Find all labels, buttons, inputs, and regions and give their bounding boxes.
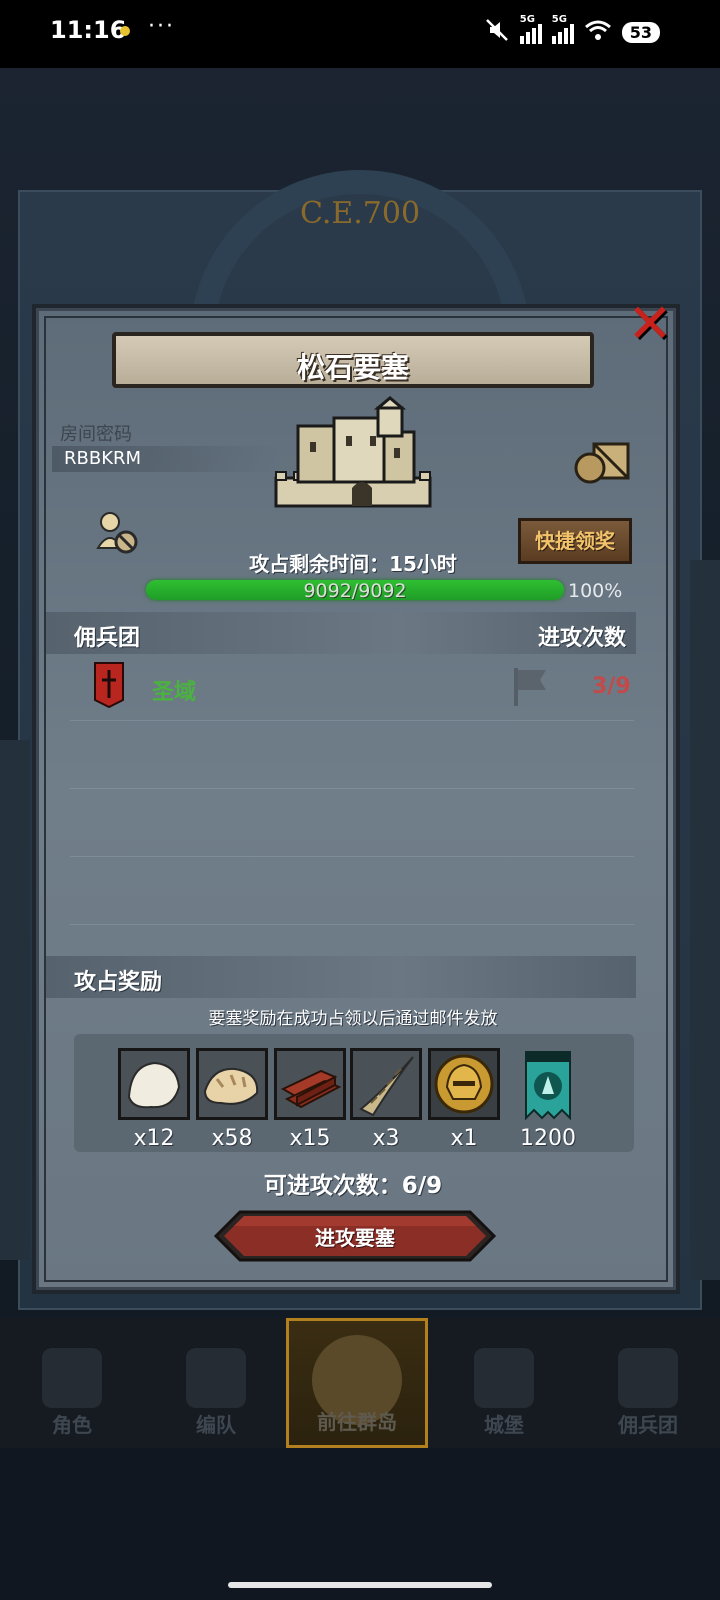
close-button[interactable]: ✕ bbox=[626, 297, 674, 351]
reward-item[interactable]: x3 bbox=[350, 1048, 422, 1151]
reward-qty: x12 bbox=[133, 1126, 175, 1151]
rewards-header: 攻占奖励 bbox=[74, 970, 163, 995]
mercenary-icon bbox=[618, 1348, 678, 1408]
nav-label: 前往群岛 bbox=[317, 1410, 397, 1434]
nav-item-castle[interactable]: 城堡 bbox=[432, 1318, 576, 1448]
guild-banner-icon bbox=[94, 662, 124, 708]
nav-item-formation[interactable]: 编队 bbox=[144, 1318, 288, 1448]
era-label: C.E.700 bbox=[299, 196, 421, 231]
mute-icon bbox=[484, 18, 510, 46]
fortress-hp-percent: 100% bbox=[568, 580, 623, 602]
nav-item-mercenary[interactable]: 佣兵团 bbox=[576, 1318, 720, 1448]
status-time: 11:16 bbox=[50, 16, 127, 44]
nav-label: 角色 bbox=[52, 1413, 92, 1437]
reward-qty: x15 bbox=[289, 1126, 331, 1151]
reward-qty: x58 bbox=[211, 1126, 253, 1151]
character-icon bbox=[42, 1348, 102, 1408]
white-fur-icon bbox=[118, 1048, 190, 1120]
signal-1-icon: 5G bbox=[519, 14, 542, 44]
reward-item[interactable]: x15 bbox=[274, 1048, 346, 1151]
reward-item[interactable]: x58 bbox=[196, 1048, 268, 1151]
horn-icon bbox=[350, 1048, 422, 1120]
more-notifications-icon: ··· bbox=[148, 14, 175, 39]
gold-helmet-icon bbox=[428, 1048, 500, 1120]
teal-banner-icon bbox=[512, 1048, 584, 1120]
attack-button-label[interactable]: 进攻要塞 bbox=[214, 1222, 496, 1251]
flag-icon bbox=[514, 668, 546, 706]
wifi-icon bbox=[584, 19, 612, 45]
app-root: 11:16 ··· 5G 5G 53 C.E.700 ✕ 松石要塞 房间密码 R… bbox=[0, 0, 720, 1600]
bottom-nav: 角色 编队 前往群岛 城堡 佣兵团 bbox=[0, 1318, 720, 1448]
reward-qty: x1 bbox=[450, 1126, 478, 1151]
guild-header: 佣兵团 bbox=[74, 626, 141, 651]
list-divider bbox=[70, 856, 634, 857]
remaining-attacks: 可进攻次数：6/9 bbox=[263, 1173, 443, 1199]
nav-label: 编队 bbox=[196, 1413, 236, 1437]
list-divider bbox=[70, 720, 634, 721]
nav-label: 城堡 bbox=[484, 1413, 524, 1437]
status-icons: 5G 5G 53 bbox=[484, 14, 660, 46]
attacks-header: 进攻次数 bbox=[538, 626, 627, 651]
reward-item[interactable]: x1 bbox=[428, 1048, 500, 1151]
reward-item[interactable]: x12 bbox=[118, 1048, 190, 1151]
signal-2-icon: 5G bbox=[551, 14, 574, 44]
crate-sack-icon[interactable] bbox=[574, 438, 632, 484]
room-password-value[interactable]: RBBKRM bbox=[52, 446, 282, 472]
guild-attack-count: 3/9 bbox=[592, 674, 631, 699]
rewards-note: 要塞奖励在成功占领以后通过邮件发放 bbox=[208, 1009, 498, 1029]
guild-name[interactable]: 圣域 bbox=[152, 674, 196, 706]
title-banner: 松石要塞 bbox=[112, 332, 594, 388]
fortress-hp-text: 9092/9092 bbox=[303, 580, 407, 602]
notification-dot-icon bbox=[120, 26, 130, 36]
castle-icon bbox=[474, 1348, 534, 1408]
nav-item-character[interactable]: 角色 bbox=[0, 1318, 144, 1448]
reward-qty: x3 bbox=[372, 1126, 400, 1151]
dialog-title: 松石要塞 bbox=[296, 351, 409, 384]
formation-icon bbox=[186, 1348, 246, 1408]
tan-fur-icon bbox=[196, 1048, 268, 1120]
wood-planks-icon bbox=[274, 1048, 346, 1120]
castle-icon bbox=[274, 396, 432, 508]
battery-icon: 53 bbox=[621, 21, 660, 43]
room-password-label: 房间密码 bbox=[60, 424, 132, 445]
nav-item-islands[interactable]: 前往群岛 bbox=[286, 1318, 428, 1448]
nav-label: 佣兵团 bbox=[618, 1413, 678, 1437]
reward-qty: 1200 bbox=[520, 1126, 576, 1151]
list-divider bbox=[70, 924, 634, 925]
reward-item[interactable]: 1200 bbox=[512, 1048, 584, 1151]
home-indicator[interactable] bbox=[228, 1582, 492, 1588]
close-icon: ✕ bbox=[627, 292, 673, 355]
list-divider bbox=[70, 788, 634, 789]
capture-time-left: 攻占剩余时间：15小时 bbox=[249, 552, 457, 576]
status-bar: 11:16 ··· 5G 5G 53 bbox=[0, 0, 720, 68]
